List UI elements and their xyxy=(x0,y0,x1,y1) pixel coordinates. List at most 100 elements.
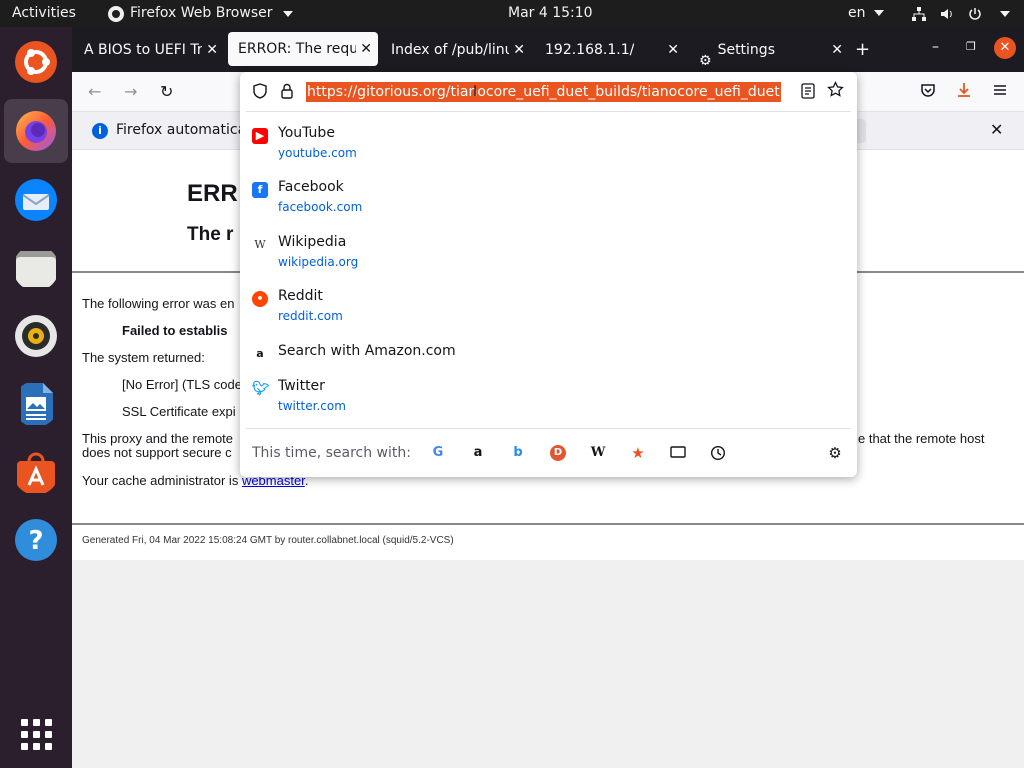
reader-view-icon[interactable] xyxy=(801,83,815,103)
tabs-search-icon[interactable] xyxy=(670,445,686,461)
search-settings-gear-icon[interactable]: ⚙ xyxy=(827,445,843,461)
text-cursor-icon: I xyxy=(473,84,478,100)
hamburger-menu-button[interactable] xyxy=(992,82,1008,102)
system-returned-text: The system returned: xyxy=(82,350,205,365)
clock[interactable]: Mar 4 15:10 xyxy=(508,0,593,27)
tab-settings[interactable]: ⚙ Settings ✕ xyxy=(689,35,849,65)
help-question-icon: ? xyxy=(15,519,57,561)
suggestion-title: Twitter xyxy=(278,378,325,394)
search-with-label: This time, search with: xyxy=(252,445,411,461)
suggestion-reddit[interactable]: • Reddit reddit.com xyxy=(240,288,857,338)
activities-button[interactable]: Activities xyxy=(12,0,76,27)
bing-search-engine-icon[interactable]: b xyxy=(510,445,526,461)
dock-libreoffice-writer-app[interactable] xyxy=(11,379,61,429)
close-tab-icon[interactable]: ✕ xyxy=(360,32,372,66)
bookmarks-search-star-icon[interactable]: ★ xyxy=(630,445,646,461)
dock-ubuntu-software-app[interactable] xyxy=(11,447,61,497)
wikipedia-icon: W xyxy=(254,238,266,251)
close-tab-icon[interactable]: ✕ xyxy=(206,35,218,65)
back-button[interactable]: ← xyxy=(88,82,101,101)
url-bar-dropdown: https://gitorious.org/tianocore_uefi_due… xyxy=(240,72,857,477)
page-background xyxy=(72,560,1024,768)
dock-files-app[interactable] xyxy=(11,243,61,293)
close-notification-icon[interactable]: ✕ xyxy=(990,120,1003,139)
bookmark-star-icon[interactable] xyxy=(827,80,844,102)
url-input[interactable]: https://gitorious.org/tianocore_uefi_due… xyxy=(306,82,781,102)
tab-router-ip[interactable]: 192.168.1.1/ ✕ xyxy=(535,35,685,65)
amazon-search-engine-icon[interactable]: a xyxy=(470,445,486,461)
tab-error-active[interactable]: ERROR: The reque ✕ xyxy=(228,32,378,66)
language-indicator[interactable]: en xyxy=(848,0,884,27)
suggestion-title: Search with Amazon.com xyxy=(278,343,456,359)
pocket-button[interactable] xyxy=(920,82,936,102)
download-arrow-icon xyxy=(958,83,970,97)
chevron-down-icon xyxy=(282,10,293,17)
suggestion-facebook[interactable]: f Facebook facebook.com xyxy=(240,179,857,229)
suggestion-url: wikipedia.org xyxy=(278,255,359,269)
files-folder-icon xyxy=(16,251,56,287)
suggestion-url: facebook.com xyxy=(278,200,363,214)
divider xyxy=(246,428,851,429)
svg-text:?: ? xyxy=(28,526,43,556)
error-intro-text: The following error was en xyxy=(82,296,235,311)
close-tab-icon[interactable]: ✕ xyxy=(667,35,679,65)
close-window-button[interactable]: ✕ xyxy=(994,37,1016,59)
firefox-icon xyxy=(16,111,56,151)
dock-firefox-app[interactable] xyxy=(4,99,68,163)
facebook-icon: f xyxy=(252,182,268,198)
wikipedia-search-engine-icon[interactable]: W xyxy=(590,445,606,461)
dock-rhythmbox-app[interactable] xyxy=(11,311,61,361)
suggestion-title: Facebook xyxy=(278,179,344,195)
dock: ? xyxy=(0,27,72,768)
pocket-icon xyxy=(921,84,935,97)
system-tray[interactable] xyxy=(912,0,1010,27)
tab-label: ERROR: The reque xyxy=(238,41,356,57)
proxy-text-line2: does not support secure c xyxy=(82,445,232,460)
suggestion-title: YouTube xyxy=(278,125,335,141)
volume-icon xyxy=(941,8,952,19)
page-title: ERR xyxy=(187,180,238,207)
chevron-down-icon xyxy=(1000,10,1010,17)
dock-thunderbird-app[interactable] xyxy=(11,175,61,225)
duckduckgo-search-engine-icon[interactable]: D xyxy=(550,445,566,461)
ubuntu-logo-icon xyxy=(15,41,57,83)
power-icon xyxy=(969,7,981,20)
tracking-protection-shield-icon[interactable] xyxy=(252,83,268,103)
minimize-button[interactable]: – xyxy=(932,39,939,55)
google-search-engine-icon[interactable]: G xyxy=(430,445,446,461)
close-tab-icon[interactable]: ✕ xyxy=(831,35,843,65)
suggestion-twitter[interactable]: 🐦︎ Twitter twitter.com xyxy=(240,378,857,428)
tab-label: Settings xyxy=(717,42,775,58)
page-footer-text: Generated Fri, 04 Mar 2022 15:08:24 GMT … xyxy=(82,535,454,546)
forward-button[interactable]: → xyxy=(124,82,137,101)
history-search-clock-icon[interactable] xyxy=(710,445,726,461)
app-grid-icon xyxy=(20,718,52,750)
suggestion-youtube[interactable]: ▶ YouTube youtube.com xyxy=(240,125,857,175)
chevron-down-icon xyxy=(873,10,884,16)
reload-button[interactable]: ↻ xyxy=(160,82,173,101)
dock-ubuntu-app[interactable] xyxy=(11,37,61,87)
downloads-button[interactable] xyxy=(956,82,972,102)
new-tab-button[interactable]: + xyxy=(855,39,870,60)
dock-help-app[interactable]: ? xyxy=(11,515,61,565)
tab-index-pub-linux[interactable]: Index of /pub/linu ✕ xyxy=(381,35,531,65)
cache-admin-prefix: Your cache administrator is xyxy=(82,473,242,488)
app-menu[interactable]: Firefox Web Browser xyxy=(108,0,293,27)
close-tab-icon[interactable]: ✕ xyxy=(513,35,525,65)
suggestion-title: Reddit xyxy=(278,288,323,304)
firefox-small-icon xyxy=(108,5,124,22)
show-applications-button[interactable] xyxy=(11,709,61,759)
tab-bios-to-uefi[interactable]: A BIOS to UEFI Tra ✕ xyxy=(74,35,224,65)
suggestion-url: youtube.com xyxy=(278,146,357,160)
divider xyxy=(72,523,1024,525)
suggestion-url: twitter.com xyxy=(278,399,346,413)
maximize-button[interactable]: ❐ xyxy=(966,40,976,53)
tab-label: Index of /pub/linu xyxy=(391,42,509,58)
notification-text: Firefox automatica xyxy=(116,122,247,138)
network-icon xyxy=(912,6,926,21)
language-label: en xyxy=(848,5,866,21)
suggestion-wikipedia[interactable]: W Wikipedia wikipedia.org xyxy=(240,234,857,284)
ssl-cert-text: SSL Certificate expi xyxy=(122,404,236,419)
proxy-text-line1: This proxy and the remote xyxy=(82,431,234,446)
lock-icon[interactable] xyxy=(280,83,294,103)
